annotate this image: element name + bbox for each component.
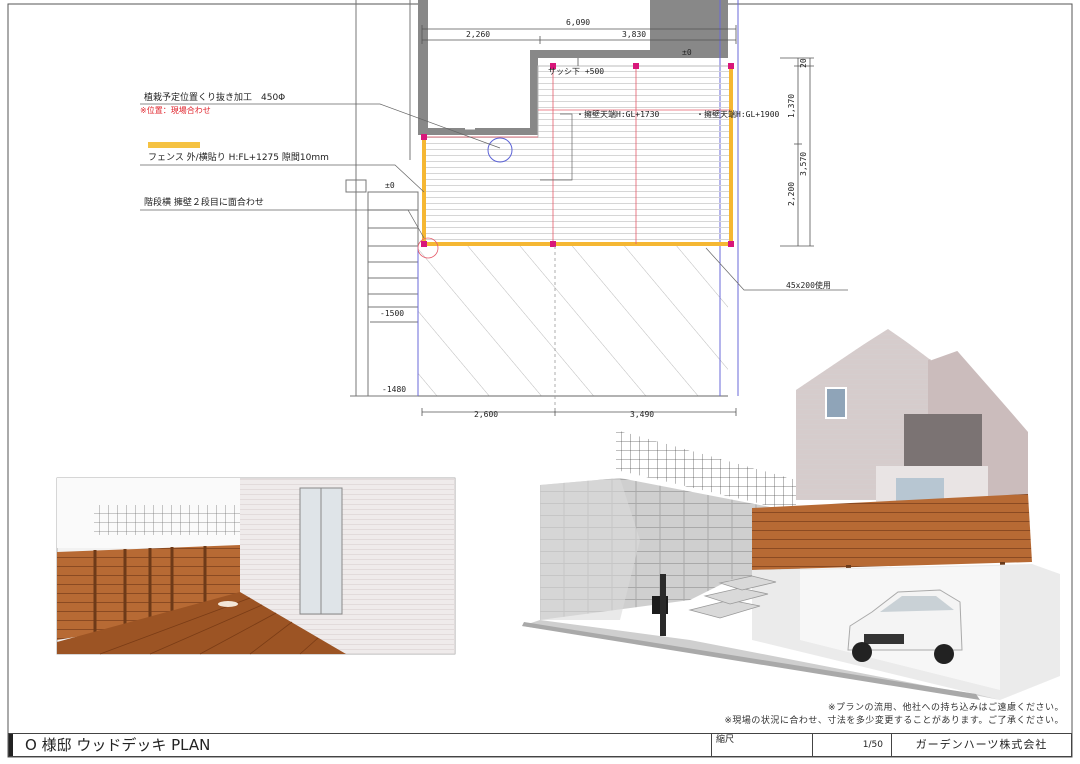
dim-total: 6,090 (566, 18, 590, 27)
stair-callout: 階段横 擁壁２段目に面合わせ (144, 196, 264, 208)
drawing-sheet: 6,090 2,260 3,830 2,600 3,490 ±0 ±0 -150… (7, 0, 1073, 758)
dim-v-low: 2,200 (787, 182, 796, 206)
note-line-1: ※プランの流用、他社への持ち込みはご遠慮ください。 (827, 703, 1064, 713)
mesh-fence (94, 505, 240, 535)
plan-drawing (140, 0, 848, 416)
deck-render-view (56, 477, 456, 655)
scale-value: 1/50 (813, 734, 892, 756)
level-m1500: -1500 (380, 309, 404, 318)
dim-v-mid: 1,370 (787, 94, 796, 118)
house-window (825, 387, 847, 419)
wall-top-label-2: ・擁壁天端H:GL+1900 (696, 109, 780, 119)
fence-legend-swatch (148, 142, 200, 148)
level-m1480: -1480 (382, 385, 406, 394)
sash-label: サッシ下 +500 (548, 67, 604, 76)
fence-callout: フェンス 外/横貼り H:FL+1275 隙間10mm (148, 151, 329, 163)
note-line-2: ※現場の状況に合わせ、寸法を多少変更することがあります。ご了承ください。 (724, 716, 1064, 726)
dim-v-total: 3,570 (799, 152, 808, 176)
title-block: O 様邸 ウッドデッキ PLAN 縮尺 1/50 ガーデンハーツ株式会社 (8, 733, 1072, 757)
ground-hatch (418, 246, 728, 396)
company-name: ガーデンハーツ株式会社 (915, 738, 1048, 751)
level-zero-left: ±0 (385, 181, 395, 190)
dim-right-top: 3,830 (622, 30, 646, 39)
dim-bottom-right: 3,490 (630, 410, 654, 419)
drawing-notes: ※プランの流用、他社への持ち込みはご遠慮ください。 ※現場の状況に合わせ、寸法を… (724, 702, 1064, 728)
planting-callout: 植栽予定位置くり抜き加工 450Φ (144, 91, 285, 103)
planting-note: ※位置：現場合わせ (140, 105, 211, 115)
balcony (904, 414, 982, 470)
stair-plan (345, 0, 419, 397)
lumber-label: 45x200使用 (786, 280, 831, 290)
drawing-title: O 様邸 ウッドデッキ PLAN (9, 734, 712, 756)
dim-bottom-left: 2,600 (474, 410, 498, 419)
scale-label: 縮尺 (712, 734, 813, 756)
dim-v-top: 20 (799, 58, 808, 68)
level-zero-top: ±0 (682, 48, 692, 57)
dim-left-top: 2,260 (466, 30, 490, 39)
wall-top-label-1: ・擁壁天端H:GL+1730 (576, 109, 660, 119)
